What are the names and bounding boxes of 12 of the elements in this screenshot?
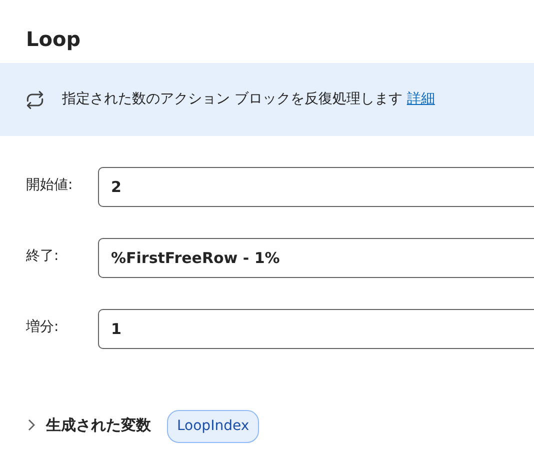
input-field[interactable]: 1	[98, 309, 534, 349]
description-text: 指定された数のアクション ブロックを反復処理します	[62, 91, 402, 107]
loop-icon	[24, 88, 46, 110]
input-field[interactable]: 2	[98, 167, 534, 207]
field-label: 増分:	[26, 318, 60, 337]
panel-title: Loop	[25, 26, 82, 52]
variable-tag[interactable]: LoopIndex	[167, 410, 260, 443]
section-label: 生成された変数	[46, 415, 151, 436]
input-field[interactable]: %FirstFreeRow - 1%	[98, 238, 534, 278]
field-label: 開始値:	[26, 176, 74, 195]
details-link[interactable]: 詳細	[406, 91, 435, 107]
field-label: 終了:	[26, 247, 60, 266]
